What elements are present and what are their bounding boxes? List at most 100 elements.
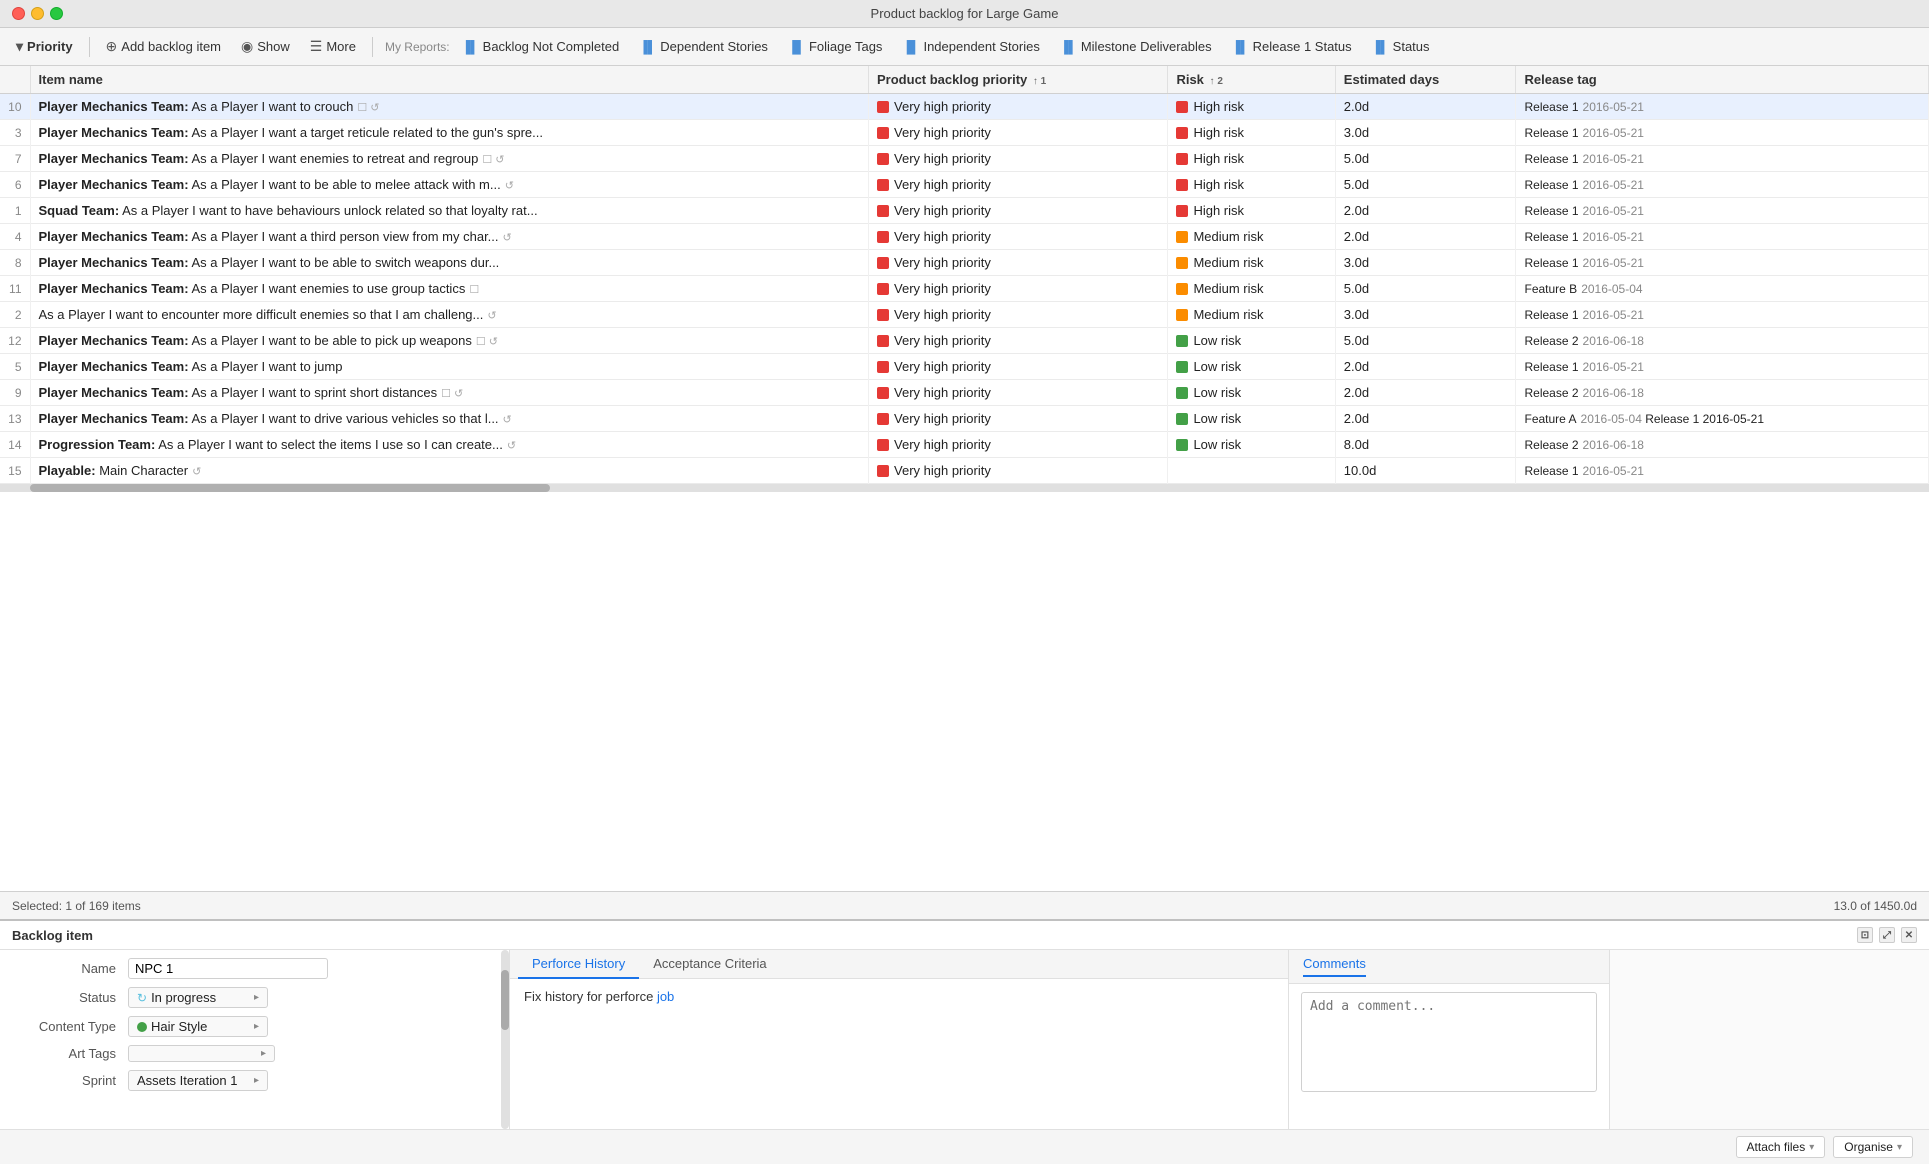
cycle-icon[interactable]: ↺ (454, 387, 463, 400)
cycle-icon[interactable]: ↺ (503, 231, 512, 244)
table-wrapper[interactable]: Item name Product backlog priority ↑ 1 R… (0, 66, 1929, 891)
add-backlog-item-button[interactable]: ⊕ Add backlog item (98, 34, 229, 59)
checkbox-icon[interactable]: ☐ (469, 283, 479, 296)
table-row[interactable]: 2As a Player I want to encounter more di… (0, 302, 1929, 328)
checkbox-icon[interactable]: ☐ (476, 335, 486, 348)
form-scrollbar[interactable] (501, 950, 509, 1129)
row-days: 5.0d (1335, 172, 1516, 198)
row-risk: High risk (1168, 120, 1335, 146)
row-item-name[interactable]: As a Player I want to encounter more dif… (30, 302, 869, 328)
row-item-name[interactable]: Player Mechanics Team: As a Player I wan… (30, 94, 869, 120)
priority-dot (877, 205, 889, 217)
table-row[interactable]: 11Player Mechanics Team: As a Player I w… (0, 276, 1929, 302)
row-item-name[interactable]: Progression Team: As a Player I want to … (30, 432, 869, 458)
row-item-name[interactable]: Player Mechanics Team: As a Player I wan… (30, 172, 869, 198)
horizontal-scrollbar[interactable] (0, 484, 1929, 492)
cycle-icon[interactable]: ↺ (489, 335, 498, 348)
comments-tab[interactable]: Comments (1303, 956, 1366, 977)
row-priority: Very high priority (869, 224, 1168, 250)
table-row[interactable]: 15Playable: Main Character↺Very high pri… (0, 458, 1929, 484)
table-row[interactable]: 6Player Mechanics Team: As a Player I wa… (0, 172, 1929, 198)
checkbox-icon[interactable]: ☐ (441, 387, 451, 400)
priority-toolbar-item[interactable]: ▾ Priority (8, 34, 81, 59)
minimize-panel-button[interactable]: ⊡ (1857, 927, 1873, 943)
report6-button[interactable]: ▐▌ Release 1 Status (1224, 35, 1360, 58)
row-num: 12 (0, 328, 30, 354)
organise-button[interactable]: Organise ▾ (1833, 1136, 1913, 1158)
table-row[interactable]: 3Player Mechanics Team: As a Player I wa… (0, 120, 1929, 146)
row-item-name[interactable]: Player Mechanics Team: As a Player I wan… (30, 146, 869, 172)
checkbox-icon[interactable]: ☐ (357, 101, 367, 114)
row-num: 6 (0, 172, 30, 198)
report7-button[interactable]: ▐▌ Status (1364, 35, 1438, 58)
reports-label: My Reports: (385, 40, 450, 54)
row-item-name[interactable]: Player Mechanics Team: As a Player I wan… (30, 380, 869, 406)
table-row[interactable]: 9Player Mechanics Team: As a Player I wa… (0, 380, 1929, 406)
report4-button[interactable]: ▐▌ Independent Stories (894, 35, 1047, 58)
col-risk[interactable]: Risk ↑ 2 (1168, 66, 1335, 94)
risk-dot (1176, 179, 1188, 191)
table-row[interactable]: 7Player Mechanics Team: As a Player I wa… (0, 146, 1929, 172)
checkbox-icon[interactable]: ☐ (482, 153, 492, 166)
row-priority: Very high priority (869, 94, 1168, 120)
chart-icon-2: ▐▌ (639, 40, 656, 54)
row-item-name[interactable]: Player Mechanics Team: As a Player I wan… (30, 328, 869, 354)
name-input[interactable] (128, 958, 328, 979)
table-row[interactable]: 13Player Mechanics Team: As a Player I w… (0, 406, 1929, 432)
row-item-name[interactable]: Player Mechanics Team: As a Player I wan… (30, 276, 869, 302)
row-item-name[interactable]: Player Mechanics Team: As a Player I wan… (30, 224, 869, 250)
cycle-icon[interactable]: ↺ (507, 439, 516, 452)
cycle-icon[interactable]: ↺ (503, 413, 512, 426)
row-risk: Low risk (1168, 406, 1335, 432)
perforce-job-link[interactable]: job (657, 989, 674, 1004)
row-item-name[interactable]: Squad Team: As a Player I want to have b… (30, 198, 869, 224)
cycle-icon[interactable]: ↺ (505, 179, 514, 192)
table-row[interactable]: 1Squad Team: As a Player I want to have … (0, 198, 1929, 224)
close-panel-button[interactable]: ✕ (1901, 927, 1917, 943)
row-item-name[interactable]: Playable: Main Character↺ (30, 458, 869, 484)
table-row[interactable]: 10Player Mechanics Team: As a Player I w… (0, 94, 1929, 120)
minimize-button[interactable] (31, 7, 44, 20)
table-row[interactable]: 4Player Mechanics Team: As a Player I wa… (0, 224, 1929, 250)
art-tags-dropdown[interactable]: ▸ (128, 1045, 275, 1062)
table-row[interactable]: 14Progression Team: As a Player I want t… (0, 432, 1929, 458)
cycle-icon[interactable]: ↺ (495, 153, 504, 166)
expand-panel-button[interactable]: ⤢ (1879, 927, 1895, 943)
tab-acceptance-criteria[interactable]: Acceptance Criteria (639, 950, 780, 979)
row-risk: Low risk (1168, 328, 1335, 354)
more-button[interactable]: ☰ More (302, 34, 364, 59)
row-item-name[interactable]: Player Mechanics Team: As a Player I wan… (30, 354, 869, 380)
comment-input[interactable] (1301, 992, 1597, 1092)
chevron-down-icon: ▾ (16, 38, 23, 55)
sprint-dropdown[interactable]: Assets Iteration 1 ▸ (128, 1070, 268, 1091)
row-risk: Low risk (1168, 354, 1335, 380)
tab-perforce-history[interactable]: Perforce History (518, 950, 639, 979)
status-dropdown[interactable]: ↻ In progress ▸ (128, 987, 268, 1008)
fullscreen-button[interactable] (50, 7, 63, 20)
row-item-name[interactable]: Player Mechanics Team: As a Player I wan… (30, 120, 869, 146)
row-risk: High risk (1168, 172, 1335, 198)
table-row[interactable]: 8Player Mechanics Team: As a Player I wa… (0, 250, 1929, 276)
cycle-icon[interactable]: ↺ (487, 309, 496, 322)
attach-files-button[interactable]: Attach files ▾ (1736, 1136, 1826, 1158)
row-item-name[interactable]: Player Mechanics Team: As a Player I wan… (30, 406, 869, 432)
report2-button[interactable]: ▐▌ Dependent Stories (631, 35, 776, 58)
report5-button[interactable]: ▐▌ Milestone Deliverables (1052, 35, 1220, 58)
table-row[interactable]: 5Player Mechanics Team: As a Player I wa… (0, 354, 1929, 380)
row-risk: Medium risk (1168, 276, 1335, 302)
table-row[interactable]: 12Player Mechanics Team: As a Player I w… (0, 328, 1929, 354)
content-type-dropdown[interactable]: Hair Style ▸ (128, 1016, 268, 1037)
form-scroll-thumb[interactable] (501, 970, 509, 1030)
report3-button[interactable]: ▐▌ Foliage Tags (780, 35, 891, 58)
cycle-icon[interactable]: ↺ (192, 465, 201, 478)
close-button[interactable] (12, 7, 25, 20)
row-days: 5.0d (1335, 328, 1516, 354)
status-label: Status (16, 990, 116, 1005)
report1-button[interactable]: ▐▌ Backlog Not Completed (454, 35, 628, 58)
show-button[interactable]: ◉ Show (233, 34, 298, 59)
col-priority[interactable]: Product backlog priority ↑ 1 (869, 66, 1168, 94)
cycle-icon[interactable]: ↺ (370, 101, 379, 114)
col-estimated-days: Estimated days (1335, 66, 1516, 94)
row-item-name[interactable]: Player Mechanics Team: As a Player I wan… (30, 250, 869, 276)
scrollbar-thumb[interactable] (30, 484, 550, 492)
